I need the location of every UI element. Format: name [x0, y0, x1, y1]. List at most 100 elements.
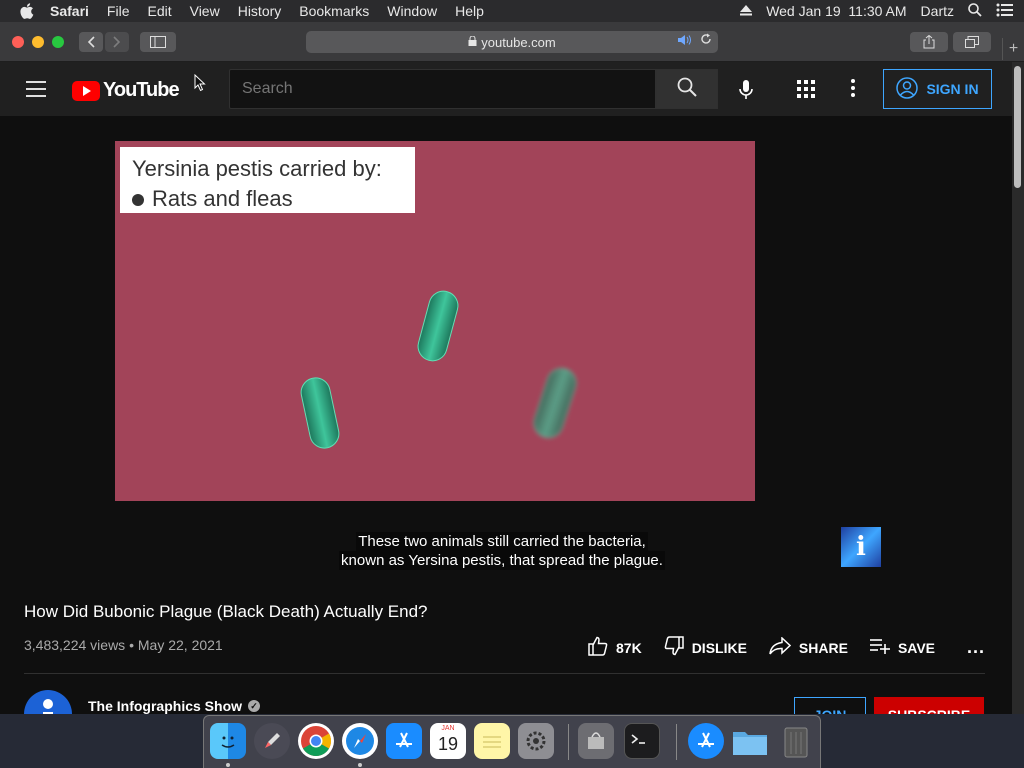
app-store-icon[interactable]	[386, 723, 422, 759]
menu-app-name[interactable]: Safari	[50, 0, 89, 22]
running-indicator	[226, 763, 230, 767]
youtube-play-icon	[72, 80, 100, 101]
meta-separator: •	[129, 637, 138, 653]
apple-menu-icon[interactable]	[18, 2, 36, 20]
bacterium-illustration	[297, 374, 343, 452]
guide-menu-icon[interactable]	[26, 81, 46, 97]
channel-watermark-icon[interactable]: i	[841, 527, 881, 567]
notes-icon[interactable]	[474, 723, 510, 759]
video-player[interactable]: Yersinia pestis carried by: Rats and fle…	[115, 141, 755, 501]
youtube-header: YouTube SIGN IN	[0, 62, 1012, 116]
back-button[interactable]	[79, 32, 103, 52]
slide-title: Yersinia pestis carried by:	[132, 156, 382, 181]
apps-grid-icon[interactable]	[796, 79, 818, 99]
thumbs-down-icon	[664, 636, 684, 659]
reload-icon[interactable]	[700, 33, 712, 48]
youtube-logo[interactable]: YouTube	[72, 79, 180, 102]
save-label: SAVE	[897, 639, 936, 656]
address-bar[interactable]: youtube.com	[306, 31, 718, 53]
safari-icon[interactable]	[342, 723, 378, 759]
zoom-window-button[interactable]	[52, 36, 64, 48]
address-url: youtube.com	[481, 34, 556, 50]
menu-view[interactable]: View	[190, 0, 220, 22]
safari-toolbar: youtube.com +	[0, 22, 1024, 62]
like-count: 87K	[616, 639, 642, 656]
menu-edit[interactable]: Edit	[147, 0, 171, 22]
calendar-month: JAN	[441, 725, 455, 732]
folder-icon[interactable]	[732, 723, 768, 759]
like-button[interactable]: 87K	[588, 636, 642, 659]
slide-bullet-row: Rats and fleas	[132, 184, 403, 214]
calendar-day: 19	[437, 734, 459, 754]
settings-kebab-icon[interactable]	[850, 78, 860, 100]
terminal-icon[interactable]	[624, 723, 660, 759]
close-window-button[interactable]	[12, 36, 24, 48]
forward-button[interactable]	[105, 32, 129, 52]
menu-help[interactable]: Help	[455, 0, 484, 22]
page-scrollbar-thumb[interactable]	[1014, 66, 1021, 188]
account-circle-icon	[896, 76, 919, 102]
macos-menu-bar: Safari File Edit View History Bookmarks …	[0, 0, 1024, 22]
running-indicator	[358, 763, 362, 767]
playlist-add-icon	[869, 638, 890, 657]
app-store-downloads-icon[interactable]	[688, 723, 724, 759]
minimize-window-button[interactable]	[32, 36, 44, 48]
save-button[interactable]: SAVE	[869, 638, 936, 657]
share-button[interactable]: SHARE	[769, 636, 848, 658]
caption-line-1: These two animals still carried the bact…	[356, 532, 648, 551]
lock-icon	[468, 35, 477, 49]
video-actions: 87K DISLIKE SHARE SAVE ...	[588, 636, 985, 659]
menu-file[interactable]: File	[107, 0, 130, 22]
trash-icon[interactable]	[778, 723, 814, 759]
dock-separator	[676, 724, 677, 760]
new-tab-button[interactable]: +	[1002, 38, 1024, 60]
video-meta: 3,483,224 views • May 22, 2021	[24, 637, 223, 653]
bullet-dot-icon	[132, 194, 144, 207]
spotlight-search-icon[interactable]	[968, 2, 982, 20]
chrome-icon[interactable]	[298, 723, 334, 759]
control-center-icon[interactable]	[996, 3, 1014, 20]
search-input[interactable]	[229, 69, 656, 109]
verified-check-icon: ✓	[248, 700, 261, 712]
menu-bookmarks[interactable]: Bookmarks	[299, 0, 369, 22]
video-title: How Did Bubonic Plague (Black Death) Act…	[24, 602, 428, 621]
search-button[interactable]	[656, 69, 718, 109]
youtube-logo-text: YouTube	[103, 79, 180, 101]
menu-history[interactable]: History	[238, 0, 282, 22]
microphone-icon[interactable]	[734, 78, 758, 102]
disk-utility-icon[interactable]	[578, 723, 614, 759]
eject-icon[interactable]	[740, 3, 753, 19]
menu-datetime[interactable]: Wed Jan 19 11:30 AM	[766, 3, 906, 19]
menu-user[interactable]: Dartz	[921, 3, 954, 19]
sign-in-button[interactable]: SIGN IN	[883, 69, 992, 109]
menu-window[interactable]: Window	[387, 0, 437, 22]
tabs-overview-button[interactable]	[953, 32, 991, 52]
thumbs-up-icon	[588, 636, 608, 659]
bacterium-illustration	[414, 287, 462, 365]
finder-icon[interactable]	[210, 723, 246, 759]
channel-name[interactable]: The Infographics Show	[88, 698, 242, 714]
upload-date: May 22, 2021	[137, 637, 223, 653]
share-label: SHARE	[798, 639, 848, 656]
section-divider	[24, 673, 985, 674]
sign-in-label: SIGN IN	[926, 81, 979, 97]
search-icon	[677, 77, 697, 102]
sidebar-toggle-button[interactable]	[140, 32, 176, 52]
audio-playing-icon[interactable]	[678, 34, 692, 49]
calendar-icon[interactable]: JAN 19	[430, 723, 466, 759]
share-toolbar-button[interactable]	[910, 32, 948, 52]
caption-line-2: known as Yersina pestis, that spread the…	[339, 551, 665, 570]
dock-separator	[568, 724, 569, 760]
macos-dock: JAN 19	[203, 715, 821, 768]
view-count: 3,483,224 views	[24, 637, 126, 653]
bacterium-illustration	[529, 364, 581, 442]
launchpad-icon[interactable]	[254, 723, 290, 759]
dislike-button[interactable]: DISLIKE	[664, 636, 747, 659]
channel-name-row[interactable]: The Infographics Show ✓	[88, 698, 261, 714]
more-actions-button[interactable]: ...	[967, 637, 985, 658]
dislike-label: DISLIKE	[691, 639, 747, 656]
slide-bullet: Rats and fleas	[152, 186, 293, 211]
system-preferences-icon[interactable]	[518, 723, 554, 759]
share-arrow-icon	[769, 636, 792, 658]
mouse-pointer-icon	[194, 73, 206, 92]
